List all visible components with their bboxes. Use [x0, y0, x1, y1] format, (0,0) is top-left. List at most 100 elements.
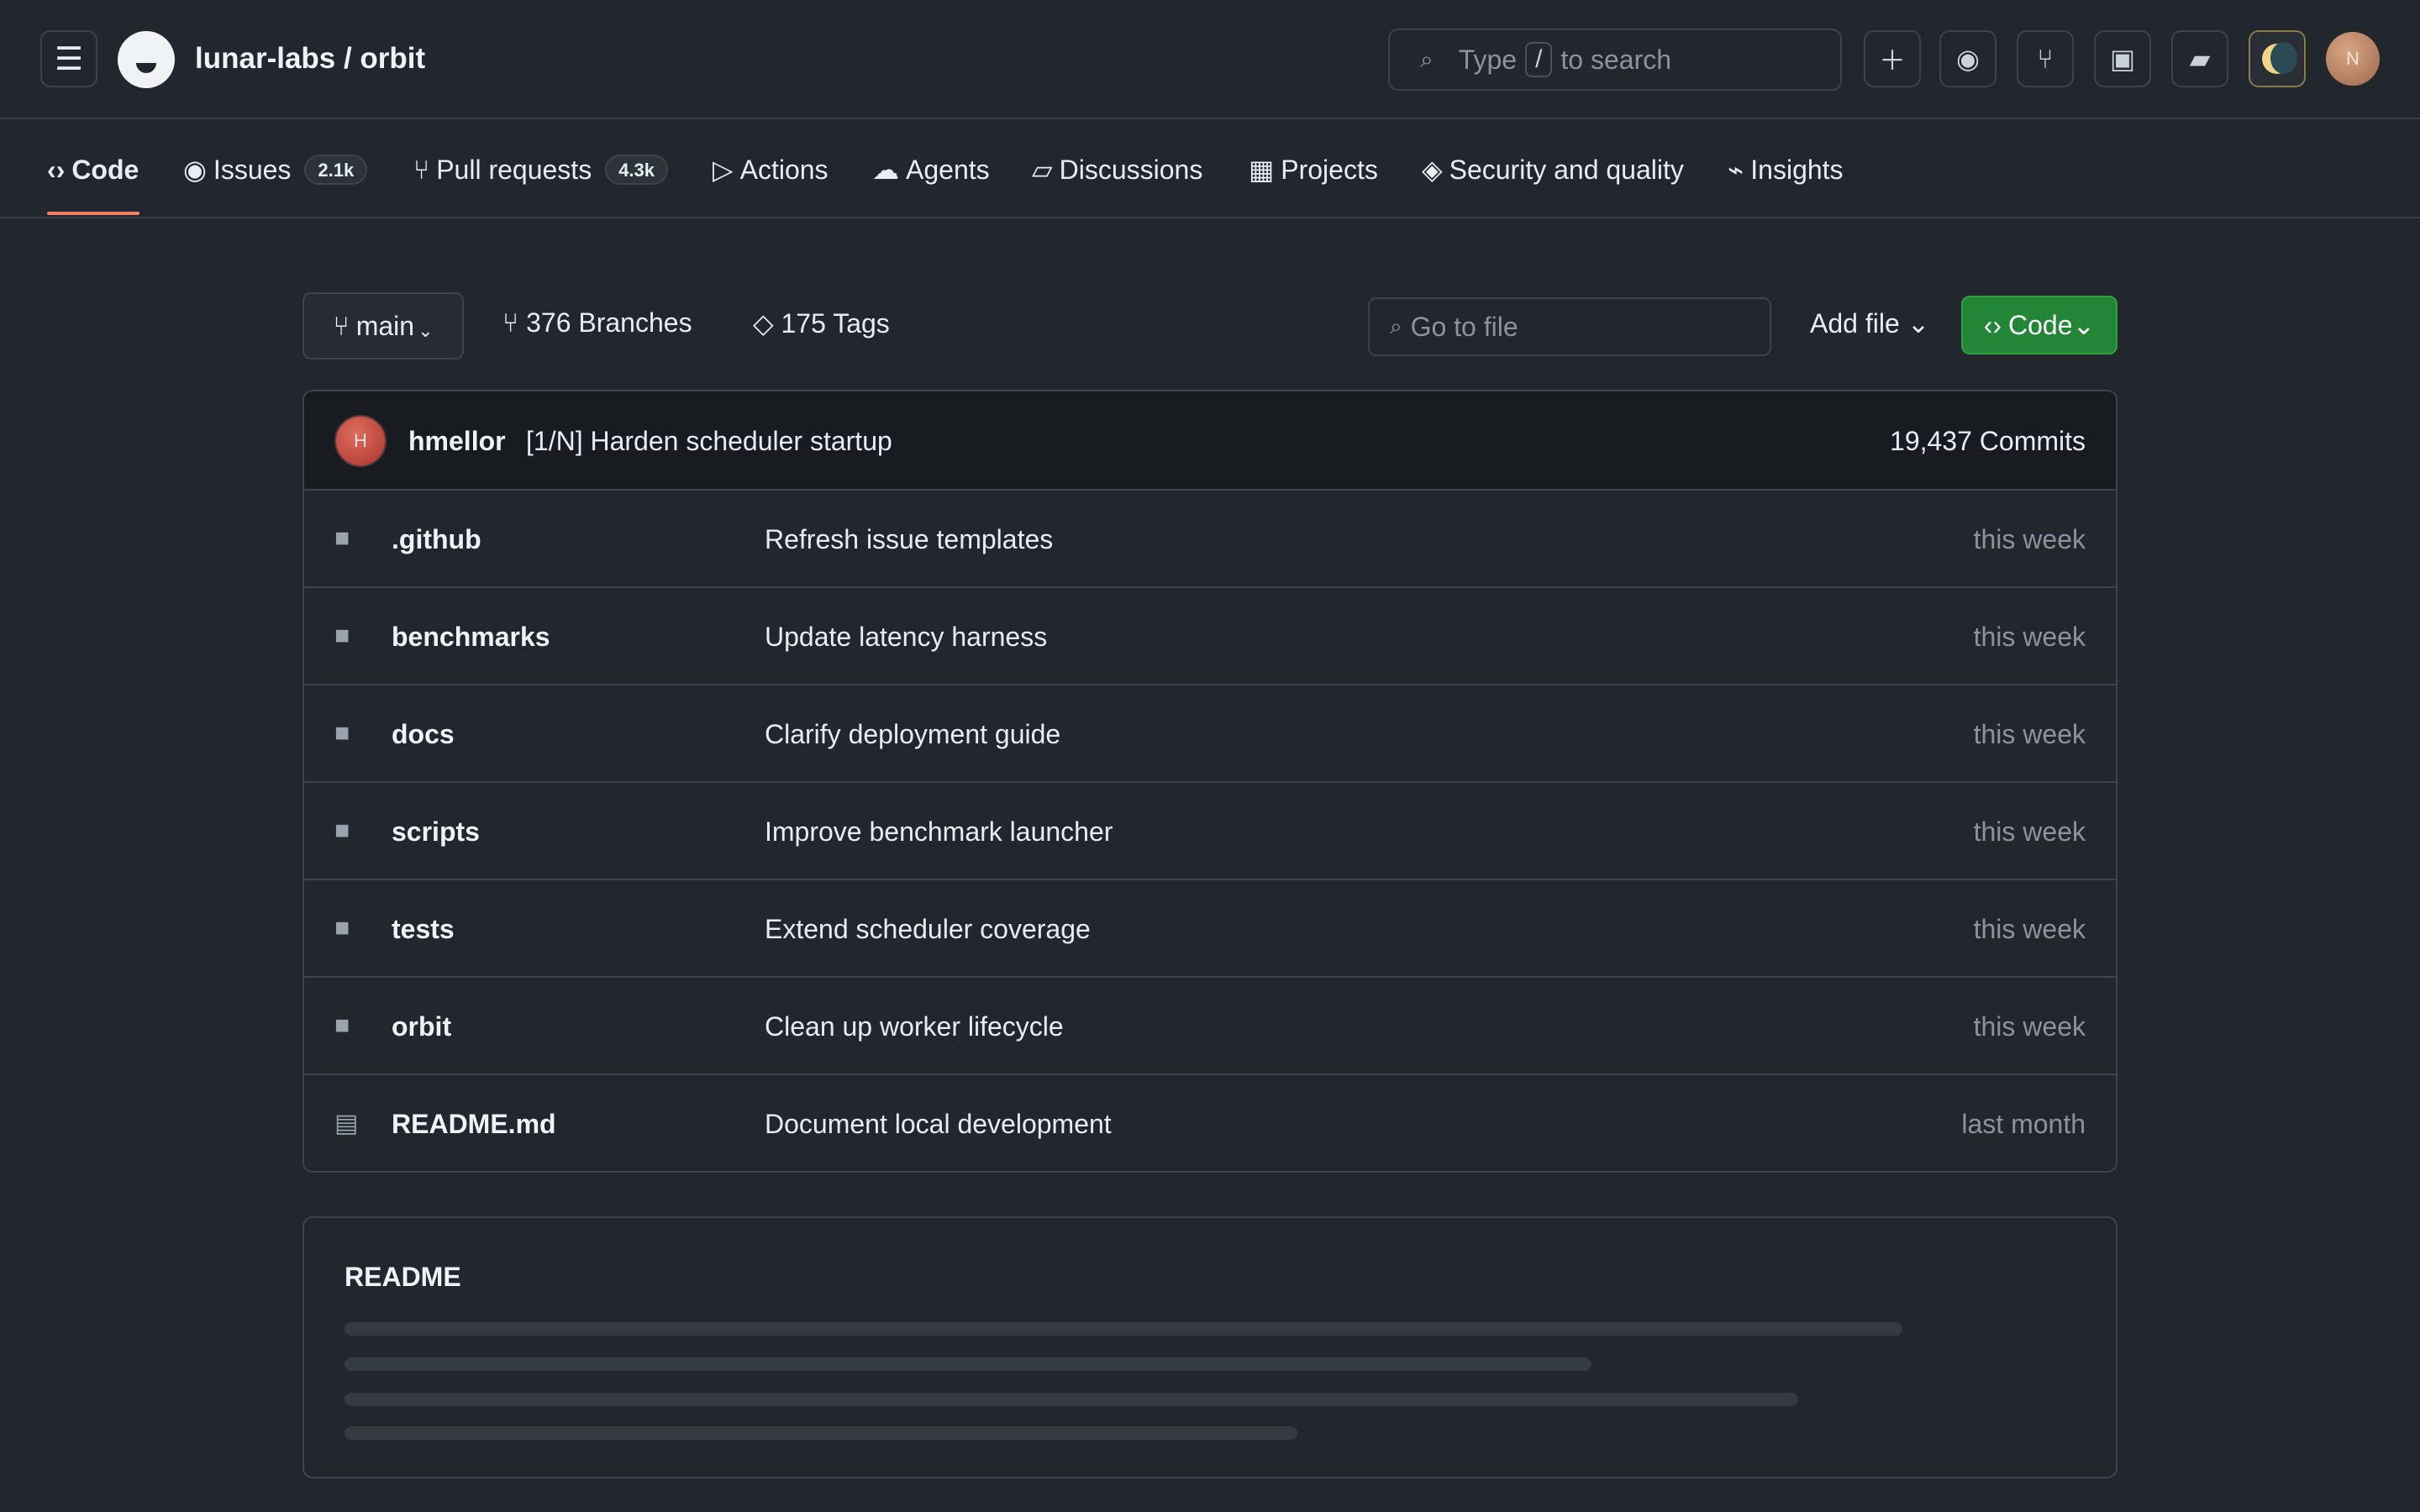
tags-link[interactable]: ◇ 175 Tags — [753, 307, 890, 339]
file-name[interactable]: orbit — [392, 1011, 451, 1042]
file-name[interactable]: docs — [392, 719, 455, 750]
table-row: ■ scripts Improve benchmark launcher thi… — [304, 783, 2116, 880]
folder-icon: ■ — [334, 816, 350, 844]
issue-icon: ◉ — [1956, 44, 1980, 74]
tab-projects[interactable]: ▦ Projects — [1249, 151, 1378, 188]
tab-security[interactable]: ◈ Security and quality — [1422, 151, 1684, 188]
site-logo[interactable] — [118, 31, 175, 88]
copilot-button[interactable]: ▰ — [2171, 30, 2228, 87]
repo-title[interactable]: lunar-labs / orbit — [195, 42, 425, 76]
chevron-down-icon: ⌄ — [1907, 308, 1930, 339]
tab-code[interactable]: ‹› Code — [47, 151, 139, 188]
file-name[interactable]: README.md — [392, 1109, 556, 1140]
chevron-down-icon: ⌄ — [2072, 310, 2096, 340]
code-icon: ‹› — [1983, 309, 2002, 340]
tab-agents[interactable]: ☁ Agents — [872, 151, 990, 188]
tab-label: Issues — [213, 154, 292, 185]
folder-icon: ■ — [334, 914, 350, 942]
add-file-button[interactable]: Add file ⌄ — [1810, 307, 1929, 339]
pull-request-icon: ⑂ — [413, 154, 430, 185]
top-header: ☰ lunar-labs / orbit ⌕ Type / to search … — [0, 0, 2420, 119]
file-commit-message[interactable]: Clarify deployment guide — [765, 719, 1060, 750]
commit-message[interactable]: [1/N] Harden scheduler startup — [526, 426, 892, 457]
tab-label: Code — [71, 154, 139, 185]
tab-label: Projects — [1281, 154, 1378, 185]
file-name[interactable]: tests — [392, 914, 455, 945]
readme-title[interactable]: README — [345, 1262, 461, 1293]
file-name[interactable]: benchmarks — [392, 622, 550, 653]
search-icon: ⌕ — [1390, 313, 1402, 339]
search-shortcut-key: / — [1525, 42, 1553, 77]
file-browser: H hmellor [1/N] Harden scheduler startup… — [302, 390, 2118, 1173]
tags-count: 175 Tags — [781, 308, 890, 339]
branch-selector-button[interactable]: ⑂ main ⌄ — [302, 292, 464, 360]
branch-icon: ⑂ — [502, 307, 527, 338]
branch-name: main — [355, 310, 415, 341]
file-commit-message[interactable]: Clean up worker lifecycle — [765, 1011, 1064, 1042]
commit-count-link[interactable]: 19,437 Commits — [1890, 426, 2086, 457]
go-to-file-input[interactable]: ⌕ Go to file — [1368, 297, 1771, 356]
avatar-initial: N — [2346, 48, 2360, 69]
inbox-button[interactable]: ▣ — [2094, 30, 2151, 87]
discussion-icon: ▱ — [1032, 155, 1053, 185]
tab-discussions[interactable]: ▱ Discussions — [1032, 151, 1202, 188]
global-search-input[interactable]: ⌕ Type / to search — [1388, 29, 1842, 91]
branches-link[interactable]: ⑂ 376 Branches — [502, 307, 692, 339]
issues-button[interactable]: ◉ — [1939, 30, 1996, 87]
folder-icon: ■ — [334, 719, 350, 747]
table-row: ■ .github Refresh issue templates this w… — [304, 491, 2116, 588]
file-name[interactable]: .github — [392, 524, 481, 555]
file-commit-message[interactable]: Refresh issue templates — [765, 524, 1053, 555]
table-row: ■ orbit Clean up worker lifecycle this w… — [304, 978, 2116, 1075]
file-name[interactable]: scripts — [392, 816, 480, 848]
graph-icon: ⌁ — [1728, 155, 1744, 185]
tab-pull-requests[interactable]: ⑂ Pull requests 4.3k — [413, 151, 669, 188]
create-new-button[interactable]: ＋ — [1864, 30, 1921, 87]
file-commit-message[interactable]: Update latency harness — [765, 622, 1047, 653]
file-time: this week — [1973, 622, 2086, 652]
user-avatar[interactable]: N — [2326, 32, 2380, 86]
repo-tabs: ‹› Code ◉ Issues 2.1k ⑂ Pull requests 4.… — [0, 121, 2420, 218]
search-suffix: to search — [1560, 44, 1672, 75]
tab-label: Agents — [906, 154, 990, 185]
branch-icon: ⑂ — [333, 310, 350, 341]
add-file-label: Add file — [1810, 308, 1900, 339]
tab-label: Insights — [1750, 154, 1844, 185]
table-row: ■ benchmarks Update latency harness this… — [304, 588, 2116, 685]
tab-actions[interactable]: ▷ Actions — [713, 151, 829, 188]
cloud-icon: ☁ — [872, 155, 899, 185]
branches-count: 376 Branches — [526, 307, 692, 338]
file-time: this week — [1973, 914, 2086, 944]
latest-commit-row: H hmellor [1/N] Harden scheduler startup… — [304, 391, 2116, 491]
pull-request-icon: ⑂ — [2037, 43, 2054, 74]
code-download-button[interactable]: ‹› Code ⌄ — [1961, 296, 2118, 354]
hamburger-menu-button[interactable]: ☰ — [40, 30, 97, 87]
theme-toggle-button[interactable] — [2249, 30, 2306, 87]
avatar-initial: H — [354, 430, 367, 451]
file-commit-message[interactable]: Document local development — [765, 1109, 1112, 1140]
file-time: this week — [1973, 816, 2086, 847]
chevron-down-icon: ⌄ — [418, 320, 434, 341]
commit-author-avatar[interactable]: H — [334, 415, 387, 467]
tab-label: Security and quality — [1449, 154, 1684, 185]
code-button-label: Code — [2008, 309, 2073, 340]
table-icon: ▦ — [1249, 155, 1275, 185]
table-row: ■ docs Clarify deployment guide this wee… — [304, 685, 2116, 783]
tab-issues[interactable]: ◉ Issues 2.1k — [183, 151, 368, 188]
pull-requests-button[interactable]: ⑂ — [2017, 30, 2074, 87]
tab-insights[interactable]: ⌁ Insights — [1728, 151, 1844, 188]
go-to-file-placeholder: Go to file — [1410, 311, 1518, 342]
readme-panel: README — [302, 1216, 2118, 1478]
file-commit-message[interactable]: Improve benchmark launcher — [765, 816, 1113, 848]
file-time: last month — [1961, 1109, 2086, 1139]
play-icon: ▷ — [713, 155, 734, 185]
pull-requests-counter: 4.3k — [605, 155, 669, 185]
plus-icon: ＋ — [1878, 45, 1906, 76]
folder-icon: ■ — [334, 1011, 350, 1039]
file-time: this week — [1973, 524, 2086, 554]
readme-loading-line — [345, 1426, 1297, 1440]
readme-loading-line — [345, 1393, 1798, 1406]
file-commit-message[interactable]: Extend scheduler coverage — [765, 914, 1091, 945]
commit-author[interactable]: hmellor — [408, 426, 506, 457]
code-icon: ‹› — [47, 154, 66, 185]
